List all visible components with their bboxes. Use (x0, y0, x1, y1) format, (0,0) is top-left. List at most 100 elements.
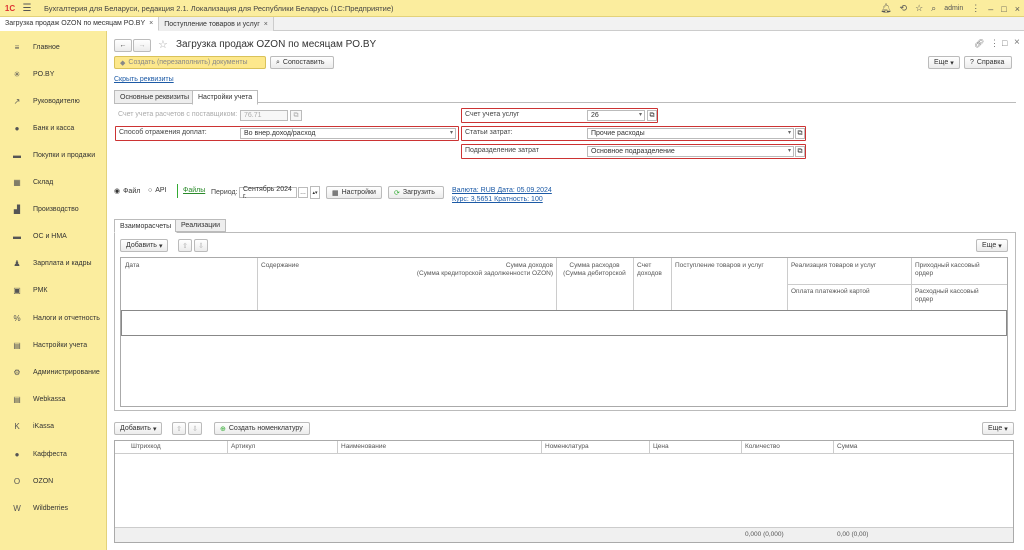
rate-link[interactable]: Курс: 3,5651 Кратность: 100 (452, 196, 543, 203)
more-button[interactable]: Еще ▾ (976, 239, 1008, 252)
add-button[interactable]: Добавить ▾ (120, 239, 168, 252)
close-icon[interactable]: × (264, 21, 268, 28)
cost-dept-field[interactable]: Основное подразделение ▾ (587, 146, 794, 157)
user-name[interactable]: admin (944, 5, 963, 12)
open-icon[interactable]: ⧉ (795, 128, 805, 139)
sidebar-item[interactable]: % Налоги и отчетность (0, 308, 107, 328)
col-header-income[interactable]: Сумма доходов (Сумма кредиторской задолж… (391, 262, 553, 278)
col-header-nomenclature[interactable]: Номенклатура (545, 443, 589, 451)
tab-goods-receipt[interactable]: Поступление товаров и услуг × (159, 17, 274, 31)
chevron-down-icon[interactable]: ▾ (450, 129, 453, 136)
menu-icon[interactable]: ☰ (20, 3, 34, 14)
col-header-cash-in[interactable]: Приходный кассовый ордер (915, 262, 980, 278)
col-header-article[interactable]: Артикул (231, 443, 255, 451)
sidebar-item[interactable]: ▬ ОС и НМА (0, 226, 107, 246)
calendar-icon[interactable]: … (298, 187, 308, 198)
sidebar-item[interactable]: ▦ Склад (0, 172, 107, 192)
create-documents-button[interactable]: ◆ Создать (перезаполнить) документы (114, 56, 266, 69)
files-link[interactable]: Файлы (183, 187, 205, 194)
search-icon[interactable]: ⌕ (931, 3, 936, 14)
service-account-field[interactable]: 26 ▾ (587, 110, 645, 121)
close-icon[interactable]: × (1014, 37, 1020, 48)
maximize-icon[interactable]: □ (1001, 4, 1006, 14)
open-icon[interactable]: ⧉ (290, 110, 302, 121)
move-up-button[interactable]: ⇧ (178, 239, 192, 252)
col-header-income-account[interactable]: Счет доходов (637, 262, 662, 278)
col-header-price[interactable]: Цена (653, 443, 669, 451)
sidebar-item[interactable]: W Wildberries (0, 498, 107, 518)
period-field[interactable]: Сентябрь 2024 г. (239, 186, 297, 200)
kebab-icon[interactable]: ⋮ (971, 3, 980, 14)
history-icon[interactable]: ⟲ (900, 3, 908, 14)
kebab-icon[interactable]: ⋮ (990, 38, 999, 49)
help-button[interactable]: ? Справка (964, 56, 1012, 69)
sidebar-item[interactable]: ♟ Зарплата и кадры (0, 253, 107, 273)
move-down-button[interactable]: ⇩ (194, 239, 208, 252)
sidebar-item[interactable]: ↗ Руководителю (0, 91, 107, 111)
sidebar-item[interactable]: ≡ Главное (0, 37, 107, 57)
tab-settlements[interactable]: Взаиморасчеты (114, 219, 178, 233)
add-button[interactable]: Добавить ▾ (114, 422, 162, 435)
table-row[interactable] (121, 310, 1007, 336)
compare-button[interactable]: ⌕ Сопоставить (270, 56, 334, 69)
api-radio[interactable]: ○ API (148, 187, 167, 194)
close-icon[interactable]: × (149, 20, 153, 27)
method-select[interactable]: Во внер.доход/расход ▾ (240, 128, 456, 139)
load-button[interactable]: ⟳ Загрузить (388, 186, 444, 199)
col-header-card-payment[interactable]: Оплата платежной картой (791, 288, 870, 296)
sidebar-item[interactable]: ● Банк и касса (0, 118, 107, 138)
sidebar-item[interactable]: ▬ Покупки и продажи (0, 145, 107, 165)
tab-accounting-settings[interactable]: Настройки учета (192, 90, 259, 105)
sidebar-item[interactable]: ⚙ Администрирование (0, 362, 107, 382)
star-icon[interactable]: ☆ (915, 3, 923, 14)
star-icon[interactable]: ☆ (158, 38, 168, 51)
create-nomenclature-button[interactable]: ⊕ Создать номенклатуру (214, 422, 310, 435)
col-header-quantity[interactable]: Количество (745, 443, 780, 451)
col-header-cash-out[interactable]: Расходный кассовый ордер (915, 288, 979, 304)
chevron-down-icon[interactable]: ▾ (788, 147, 791, 154)
currency-link[interactable]: Валюта: RUB Дата: 05.09.2024 (452, 187, 552, 194)
col-header-name[interactable]: Наименование (341, 443, 386, 451)
chevron-down-icon[interactable]: ▾ (639, 111, 642, 118)
chevron-down-icon[interactable]: ▾ (788, 129, 791, 136)
more-button[interactable]: Еще ▾ (928, 56, 960, 69)
sidebar-item[interactable]: ✳ PO.BY (0, 64, 107, 84)
close-icon[interactable]: × (1015, 4, 1020, 14)
hide-details-link[interactable]: Скрыть реквизиты (114, 76, 174, 83)
settings-button[interactable]: ▦ Настройки (326, 186, 382, 199)
forward-button[interactable]: → (133, 39, 151, 52)
cost-items-field[interactable]: Прочие расходы ▾ (587, 128, 794, 139)
col-header-goods-sale[interactable]: Реализация товаров и услуг (791, 262, 876, 270)
minimize-icon[interactable]: – (988, 4, 993, 14)
col-header-goods-receipt[interactable]: Поступление товаров и услуг (675, 262, 764, 270)
tab-sales[interactable]: Реализации (175, 219, 227, 232)
sales-table[interactable]: Штрихкод Артикул Наименование Номенклату… (114, 440, 1014, 543)
supplier-account-field[interactable]: 76.71 (240, 110, 288, 121)
tab-main-details[interactable]: Основные реквизиты (114, 90, 195, 104)
sidebar-item[interactable]: ● Каффеста (0, 444, 107, 464)
tab-ozon-sales[interactable]: Загрузка продаж OZON по месяцам PO.BY × (0, 17, 160, 31)
col-header-barcode[interactable]: Штрихкод (131, 443, 161, 451)
maximize-icon[interactable]: □ (1002, 38, 1007, 48)
link-icon[interactable]: 🔗︎ (974, 39, 984, 48)
sidebar-item[interactable]: O OZON (0, 471, 107, 491)
period-stepper[interactable]: ▴▾ (310, 186, 320, 199)
col-header-date[interactable]: Дата (125, 262, 139, 270)
open-icon[interactable]: ⧉ (795, 146, 805, 157)
sidebar-item[interactable]: KiKassa (0, 416, 107, 436)
sidebar-item[interactable]: ▟ Производство (0, 199, 107, 219)
bell-icon[interactable]: 🔔︎ (880, 3, 891, 14)
settlements-table[interactable]: Дата Содержание Сумма доходов (Сумма кре… (120, 257, 1008, 407)
move-down-button[interactable]: ⇩ (188, 422, 202, 435)
move-up-button[interactable]: ⇧ (172, 422, 186, 435)
col-header-sum[interactable]: Сумма (837, 443, 857, 451)
back-button[interactable]: ← (114, 39, 132, 52)
col-header-content[interactable]: Содержание (261, 262, 299, 270)
file-radio[interactable]: ◉ Файл (114, 187, 140, 196)
sidebar-item[interactable]: ▣ РМК (0, 280, 107, 300)
more-button[interactable]: Еще ▾ (982, 422, 1014, 435)
sidebar-item[interactable]: ▤ Webkassa (0, 389, 107, 409)
open-icon[interactable]: ⧉ (647, 110, 657, 121)
col-header-expense[interactable]: Сумма расходов (Сумма дебиторской (557, 262, 632, 278)
sidebar-item[interactable]: ▤ Настройки учета (0, 335, 107, 355)
